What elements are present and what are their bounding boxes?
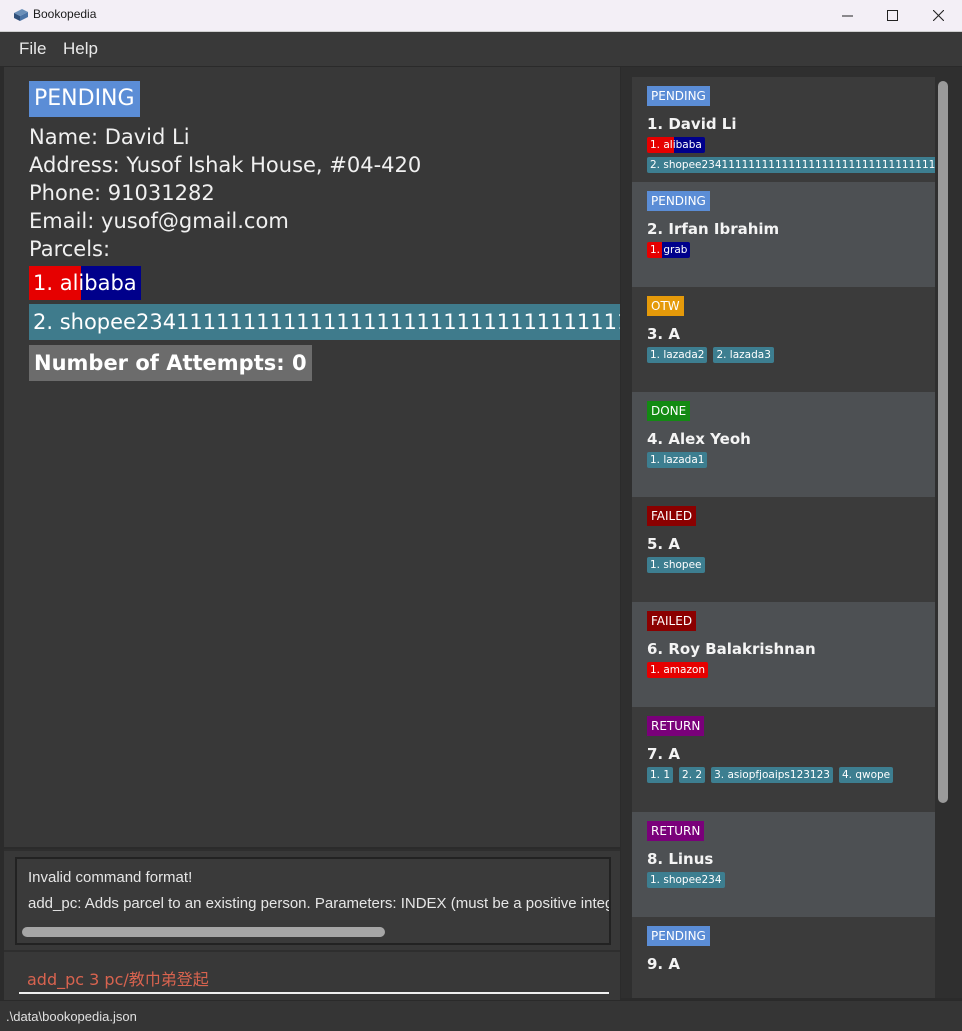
status-badge: FAILED (647, 611, 697, 631)
person-name: 3. A (647, 325, 680, 343)
result-line: add_pc: Adds parcel to an existing perso… (28, 895, 609, 912)
parcel-tags: 1. lazada1 (647, 452, 708, 468)
person-name: 5. A (647, 535, 680, 553)
result-display: Invalid command format! add_pc: Adds par… (15, 857, 611, 945)
save-location: .\data\bookopedia.json (6, 1009, 137, 1024)
detail-parcel-tag: 2. shopee2341111111111111111111111111111… (29, 304, 620, 340)
parcel-tag: 1. 1 (647, 767, 674, 783)
parcel-tags: 1. shopee (647, 557, 705, 573)
detail-address: Address: Yusof Ishak House, #04-420 (29, 153, 422, 177)
person-name: 4. Alex Yeoh (647, 430, 751, 448)
parcel-tags: 1. 1 2. 2 3. asiopfjoaips123123 4. qwope (647, 767, 894, 783)
person-name: 8. Linus (647, 850, 714, 868)
minimize-icon (841, 15, 853, 17)
status-badge: RETURN (647, 716, 705, 736)
person-name: 1. David Li (647, 115, 737, 133)
menu-bar: File Help (0, 32, 962, 67)
person-card[interactable]: PENDING 2. Irfan Ibrahim 1. grab (632, 182, 935, 287)
vertical-scrollbar[interactable] (938, 81, 948, 803)
person-card[interactable]: RETURN 7. A 1. 1 2. 2 3. asiopfjoaips123… (632, 707, 935, 812)
status-badge: FAILED (647, 506, 697, 526)
status-badge: OTW (647, 296, 684, 316)
parcel-tag: 2. 2 (679, 767, 706, 783)
person-detail-panel: PENDING Name: David Li Address: Yusof Is… (4, 67, 620, 847)
person-name: 2. Irfan Ibrahim (647, 220, 780, 238)
parcel-tag: 4. qwope (838, 767, 894, 783)
parcel-tags: 1. grab (647, 242, 691, 258)
parcel-tag: 1. amazon (647, 662, 709, 678)
maximize-icon (886, 10, 898, 21)
parcel-tags: 1. amazon (647, 662, 709, 678)
result-line: Invalid command format! (28, 869, 193, 886)
parcel-tags: 1. lazada2 2. lazada3 (647, 347, 774, 363)
menu-file[interactable]: File (19, 39, 46, 59)
status-badge: PENDING (647, 191, 710, 211)
detail-email: Email: yusof@gmail.com (29, 209, 289, 233)
status-badge: RETURN (647, 821, 705, 841)
person-card[interactable]: RETURN 8. Linus 1. shopee234 (632, 812, 935, 917)
person-card[interactable]: PENDING 9. A (632, 917, 935, 998)
detail-status-badge: PENDING (29, 81, 140, 117)
parcel-tag: 2. shopee2341111111111111111111111111111… (647, 157, 935, 173)
detail-attempts: Number of Attempts: 0 (29, 345, 312, 381)
person-card[interactable]: OTW 3. A 1. lazada2 2. lazada3 (632, 287, 935, 392)
person-list-panel: PENDING 1. David Li 1. alibaba 2. shopee… (621, 67, 962, 998)
app-icon (14, 9, 28, 21)
maximize-button[interactable] (869, 0, 915, 31)
close-icon (932, 10, 944, 21)
status-badge: PENDING (647, 86, 710, 106)
detail-name: Name: David Li (29, 125, 190, 149)
person-name: 7. A (647, 745, 680, 763)
menu-help[interactable]: Help (63, 39, 98, 59)
window-title: Bookopedia (33, 7, 97, 21)
person-card[interactable]: FAILED 5. A 1. shopee (632, 497, 935, 602)
parcel-tags: 1. shopee234 (647, 872, 725, 888)
person-list: PENDING 1. David Li 1. alibaba 2. shopee… (632, 77, 935, 998)
person-name: 9. A (647, 955, 680, 973)
person-card[interactable]: DONE 4. Alex Yeoh 1. lazada1 (632, 392, 935, 497)
parcel-tag: 1. grab (647, 242, 691, 258)
person-card[interactable]: PENDING 1. David Li 1. alibaba 2. shopee… (632, 77, 935, 182)
detail-parcels-label: Parcels: (29, 237, 111, 261)
parcel-tag: 1. lazada2 (647, 347, 708, 363)
command-box-panel (4, 950, 620, 1000)
detail-phone: Phone: 91031282 (29, 181, 215, 205)
person-card[interactable]: FAILED 6. Roy Balakrishnan 1. amazon (632, 602, 935, 707)
detail-parcel-tag: 1. alibaba (29, 266, 141, 300)
status-badge: DONE (647, 401, 691, 421)
parcel-tags: 1. alibaba 2. shopee23411111111111111111… (647, 137, 935, 173)
close-button[interactable] (915, 0, 961, 31)
result-display-panel: Invalid command format! add_pc: Adds par… (4, 849, 620, 950)
horizontal-scrollbar[interactable] (22, 927, 385, 937)
parcel-tag: 2. lazada3 (713, 347, 774, 363)
parcel-tag: 1. lazada1 (647, 452, 708, 468)
parcel-tag: 1. alibaba (647, 137, 705, 153)
minimize-button[interactable] (824, 0, 870, 31)
parcel-tag: 1. shopee (647, 557, 705, 573)
status-bar: .\data\bookopedia.json (0, 1000, 962, 1031)
title-bar: Bookopedia (0, 0, 962, 32)
status-badge: PENDING (647, 926, 710, 946)
person-name: 6. Roy Balakrishnan (647, 640, 816, 658)
parcel-tag: 3. asiopfjoaips123123 (711, 767, 833, 783)
command-input[interactable] (19, 964, 609, 994)
parcel-tag: 1. shopee234 (647, 872, 725, 888)
